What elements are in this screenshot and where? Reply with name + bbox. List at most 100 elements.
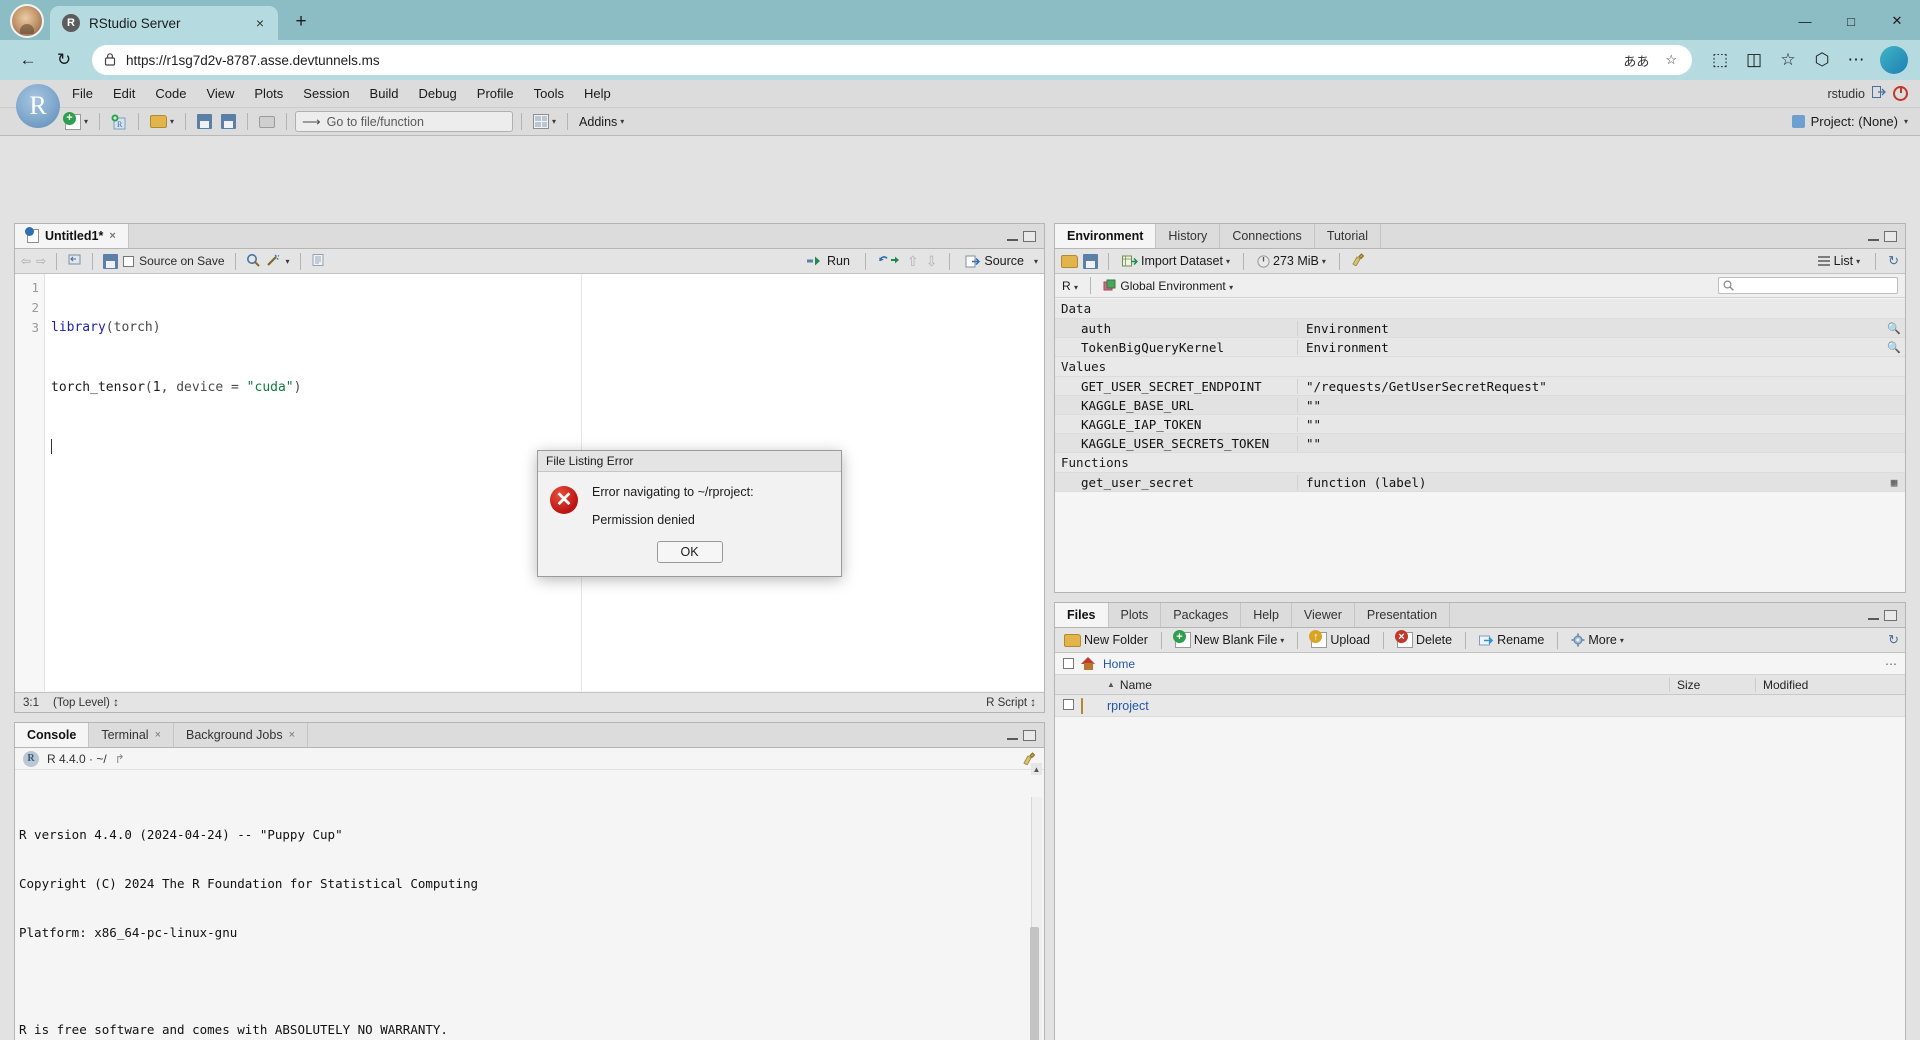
home-icon[interactable]	[1081, 657, 1096, 670]
source-tab-untitled1[interactable]: Untitled1* ×	[15, 224, 129, 248]
tab-viewer[interactable]: Viewer	[1292, 603, 1355, 627]
chevron-down-icon[interactable]: ▾	[286, 257, 290, 266]
chevron-down-icon[interactable]: ▾	[1034, 257, 1038, 266]
favorite-star-icon[interactable]: ☆	[1662, 52, 1680, 68]
view-function-icon[interactable]: ▦	[1883, 476, 1905, 489]
console-popout-icon[interactable]: ↱	[115, 752, 125, 766]
find-replace-icon[interactable]	[246, 253, 261, 270]
maximize-pane-icon[interactable]	[1023, 729, 1036, 741]
window-close-icon[interactable]: ✕	[1874, 2, 1920, 40]
tab-help[interactable]: Help	[1241, 603, 1292, 627]
chevron-down-icon[interactable]: ▾	[1904, 117, 1908, 126]
power-quit-icon[interactable]	[1893, 86, 1908, 101]
favorites-bar-icon[interactable]: ☆	[1772, 44, 1804, 76]
environment-row[interactable]: KAGGLE_IAP_TOKEN ""	[1055, 415, 1905, 434]
tab-packages[interactable]: Packages	[1161, 603, 1242, 627]
signout-icon[interactable]	[1872, 86, 1886, 101]
maximize-pane-icon[interactable]	[1023, 230, 1036, 242]
close-icon[interactable]: ×	[289, 729, 295, 741]
minimize-pane-icon[interactable]	[1868, 611, 1879, 620]
minimize-pane-icon[interactable]	[1007, 731, 1018, 740]
nav-back-icon[interactable]: ⇦	[21, 254, 31, 268]
inspect-object-icon[interactable]: 🔍	[1883, 341, 1905, 354]
copilot-icon[interactable]	[1880, 46, 1908, 74]
delete-button[interactable]: × Delete	[1394, 630, 1455, 651]
address-bar[interactable]: https://r1sg7d2v-8787.asse.devtunnels.ms…	[92, 45, 1692, 75]
menu-file[interactable]: File	[62, 80, 103, 108]
run-button[interactable]: Run	[804, 251, 853, 272]
row-checkbox[interactable]	[1055, 698, 1081, 713]
load-workspace-icon[interactable]	[1061, 254, 1078, 268]
menu-build[interactable]: Build	[360, 80, 409, 108]
run-next-icon[interactable]: ⇩	[926, 253, 938, 270]
menu-session[interactable]: Session	[293, 80, 359, 108]
environment-row[interactable]: TokenBigQueryKernel Environment 🔍	[1055, 338, 1905, 357]
profile-avatar[interactable]	[10, 4, 44, 38]
close-icon[interactable]: ×	[109, 230, 115, 242]
inspect-object-icon[interactable]: 🔍	[1883, 322, 1905, 335]
tab-plots[interactable]: Plots	[1109, 603, 1162, 627]
close-icon[interactable]: ×	[155, 729, 161, 741]
memory-usage-button[interactable]: 273 MiB ▾	[1254, 251, 1329, 272]
collections-icon[interactable]: ⬚	[1704, 44, 1736, 76]
nav-forward-icon[interactable]: ⇨	[36, 254, 46, 268]
menu-edit[interactable]: Edit	[103, 80, 145, 108]
save-icon[interactable]	[103, 253, 119, 269]
new-project-button[interactable]: R	[108, 111, 130, 132]
source-button[interactable]: Source	[962, 251, 1027, 272]
clear-objects-broom-icon[interactable]	[1350, 253, 1365, 269]
environment-row[interactable]: GET_USER_SECRET_ENDPOINT "/requests/GetU…	[1055, 377, 1905, 396]
new-blank-file-button[interactable]: + New Blank File ▾	[1172, 630, 1287, 651]
scope-selector[interactable]: (Top Level) ↕	[53, 697, 119, 709]
new-folder-button[interactable]: New Folder	[1061, 630, 1151, 651]
translate-icon[interactable]: ああ	[1620, 51, 1652, 70]
name-column-header[interactable]: ▲ Name	[1107, 678, 1669, 692]
maximize-pane-icon[interactable]	[1884, 230, 1897, 242]
file-name-link[interactable]: rproject	[1107, 699, 1669, 713]
menu-profile[interactable]: Profile	[467, 80, 524, 108]
save-button[interactable]	[194, 111, 215, 132]
project-label[interactable]: Project: (None)	[1811, 114, 1898, 129]
file-row-rproject[interactable]: rproject	[1055, 695, 1905, 717]
import-dataset-button[interactable]: Import Dataset ▾	[1119, 251, 1233, 272]
reload-icon[interactable]: ↻	[48, 44, 80, 76]
minimize-pane-icon[interactable]	[1868, 232, 1879, 241]
maximize-icon[interactable]: □	[1828, 2, 1874, 40]
view-mode-button[interactable]: List ▾	[1814, 251, 1863, 272]
open-file-button[interactable]: ▾	[147, 111, 177, 132]
scrollbar-thumb[interactable]	[1030, 927, 1039, 1040]
select-all-checkbox[interactable]	[1063, 658, 1074, 669]
environment-row[interactable]: KAGGLE_BASE_URL ""	[1055, 396, 1905, 415]
workspace-panes-button[interactable]: ▾	[530, 111, 559, 132]
settings-more-icon[interactable]: ⋯	[1840, 44, 1872, 76]
more-button[interactable]: More ▾	[1568, 630, 1627, 651]
goto-file-function-input[interactable]: ⟶ Go to file/function	[295, 111, 514, 132]
file-type-selector[interactable]: R Script ↕	[986, 697, 1036, 709]
browser-essentials-icon[interactable]: ⬡	[1806, 44, 1838, 76]
environment-row[interactable]: auth Environment 🔍	[1055, 319, 1905, 338]
tab-connections[interactable]: Connections	[1220, 224, 1315, 248]
menu-plots[interactable]: Plots	[244, 80, 293, 108]
code-tools-icon[interactable]	[266, 253, 281, 270]
split-screen-icon[interactable]: ◫	[1738, 44, 1770, 76]
ok-button[interactable]: OK	[656, 540, 723, 563]
print-button[interactable]	[256, 111, 278, 132]
rename-button[interactable]: Rename	[1476, 630, 1547, 651]
tab-files[interactable]: Files	[1055, 603, 1109, 627]
rerun-icon[interactable]	[878, 254, 900, 269]
minimize-pane-icon[interactable]	[1007, 232, 1018, 241]
menu-debug[interactable]: Debug	[408, 80, 466, 108]
back-icon[interactable]: ←	[12, 44, 44, 76]
close-icon[interactable]: ×	[250, 13, 270, 33]
tab-background-jobs[interactable]: Background Jobs ×	[174, 723, 309, 747]
language-selector[interactable]: R ▾	[1062, 279, 1078, 293]
environment-row[interactable]: KAGGLE_USER_SECRETS_TOKEN ""	[1055, 434, 1905, 453]
run-previous-icon[interactable]: ⇧	[907, 253, 919, 270]
browser-tab-rstudio[interactable]: R RStudio Server ×	[50, 6, 278, 40]
menu-help[interactable]: Help	[574, 80, 621, 108]
tab-history[interactable]: History	[1156, 224, 1221, 248]
environment-scope-selector[interactable]: Global Environment ▾	[1103, 279, 1233, 293]
save-workspace-icon[interactable]	[1083, 253, 1098, 269]
menu-tools[interactable]: Tools	[524, 80, 574, 108]
file-listing-error-dialog[interactable]: File Listing Error ✕ Error navigating to…	[537, 450, 842, 577]
